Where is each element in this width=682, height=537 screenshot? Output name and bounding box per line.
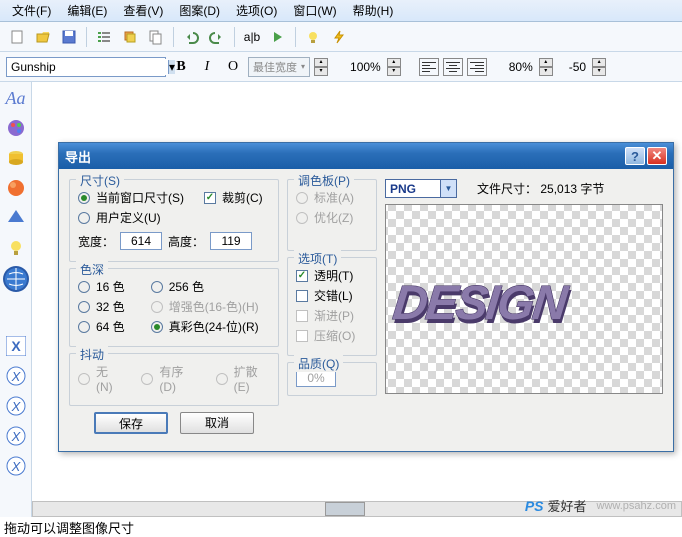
radio-true[interactable] bbox=[151, 321, 163, 333]
format-select[interactable]: PNG▼ bbox=[385, 179, 457, 198]
sphere-icon[interactable] bbox=[4, 176, 28, 200]
offset-value: -50 bbox=[567, 60, 588, 74]
radio-pal-std bbox=[296, 192, 308, 204]
menu-edit[interactable]: 编辑(E) bbox=[59, 0, 115, 21]
palette-group: 调色板(P) 标准(A) 优化(Z) bbox=[287, 179, 377, 251]
menu-view[interactable]: 查看(V) bbox=[115, 0, 171, 21]
options-group: 选项(T) 透明(T) 交错(L) 渐进(P) 压缩(O) bbox=[287, 257, 377, 356]
menu-file[interactable]: 文件(F) bbox=[4, 0, 59, 21]
align-left-button[interactable] bbox=[419, 58, 439, 76]
play-icon[interactable] bbox=[267, 26, 289, 48]
bold-button[interactable]: B bbox=[170, 56, 192, 78]
radio-32[interactable] bbox=[78, 301, 90, 313]
radio-enh bbox=[151, 301, 163, 313]
dialog-titlebar[interactable]: 导出 ? ✕ bbox=[59, 143, 673, 169]
height-input[interactable] bbox=[210, 232, 252, 250]
quality-group: 品质(Q) bbox=[287, 362, 377, 396]
radio-16[interactable] bbox=[78, 281, 90, 293]
width-mode-select[interactable]: 最佳宽度▾ bbox=[248, 57, 310, 77]
svg-text:X: X bbox=[10, 429, 21, 444]
width-input[interactable] bbox=[120, 232, 162, 250]
depth-group: 色深 16 色 256 色 32 色 增强色(16-色)(H) 64 色 真彩色… bbox=[69, 268, 279, 347]
opacity-spinner[interactable]: ▴▾ bbox=[539, 58, 553, 76]
x-logo-4-icon[interactable]: X bbox=[4, 424, 28, 448]
radio-pal-opt bbox=[296, 212, 308, 224]
save-button[interactable]: 保存 bbox=[94, 412, 168, 434]
redo-icon[interactable] bbox=[206, 26, 228, 48]
toolbar-text: ▾ B I O 最佳宽度▾ ▴▾ 100% ▴▾ 80% ▴▾ -50 ▴▾ bbox=[0, 52, 682, 82]
radio-dither-none bbox=[78, 373, 90, 385]
italic-button[interactable]: I bbox=[196, 56, 218, 78]
lightbulb-icon[interactable] bbox=[302, 26, 324, 48]
status-text: 拖动可以调整图像尺寸 bbox=[4, 521, 134, 536]
export-dialog: 导出 ? ✕ 尺寸(S) 当前窗口尺寸(S) 裁剪(C) 用户定义(U) bbox=[58, 142, 674, 452]
svg-text:DESIGN: DESIGN bbox=[390, 276, 571, 330]
menu-help[interactable]: 帮助(H) bbox=[345, 0, 402, 21]
close-button[interactable]: ✕ bbox=[647, 147, 667, 165]
filesize-value: 25,013 字节 bbox=[540, 182, 604, 196]
list-icon[interactable] bbox=[93, 26, 115, 48]
check-prog bbox=[296, 310, 308, 322]
size-group: 尺寸(S) 当前窗口尺寸(S) 裁剪(C) 用户定义(U) 宽度： 高度： bbox=[69, 179, 279, 262]
undo-icon[interactable] bbox=[180, 26, 202, 48]
x-logo-5-icon[interactable]: X bbox=[4, 454, 28, 478]
shape-icon[interactable] bbox=[4, 206, 28, 230]
text-cursor-icon[interactable]: a|b bbox=[241, 26, 263, 48]
palette-icon[interactable] bbox=[4, 116, 28, 140]
font-input[interactable] bbox=[9, 59, 168, 75]
check-inter[interactable] bbox=[296, 290, 308, 302]
x-logo-2-icon[interactable]: X bbox=[4, 364, 28, 388]
menu-image[interactable]: 图案(D) bbox=[171, 0, 228, 21]
menu-window[interactable]: 窗口(W) bbox=[285, 0, 344, 21]
sidebar-tools: Aa X X X X X bbox=[0, 82, 32, 517]
open-icon[interactable] bbox=[32, 26, 54, 48]
opacity-value: 80% bbox=[507, 60, 535, 74]
check-comp bbox=[296, 330, 308, 342]
x-logo-3-icon[interactable]: X bbox=[4, 394, 28, 418]
font-style-icon[interactable]: Aa bbox=[4, 86, 28, 110]
bolt-icon[interactable] bbox=[328, 26, 350, 48]
idea-icon[interactable] bbox=[4, 236, 28, 260]
offset-spinner[interactable]: ▴▾ bbox=[592, 58, 606, 76]
new-doc-icon[interactable] bbox=[6, 26, 28, 48]
width-spinner[interactable]: ▴▾ bbox=[314, 58, 328, 76]
help-button[interactable]: ? bbox=[625, 147, 645, 165]
svg-text:X: X bbox=[10, 399, 21, 414]
radio-64[interactable] bbox=[78, 321, 90, 333]
status-bar: 拖动可以调整图像尺寸 bbox=[0, 517, 682, 535]
dither-group: 抖动 无(N) 有序(D) 扩散(E) bbox=[69, 353, 279, 406]
svg-text:X: X bbox=[10, 369, 21, 384]
dialog-title: 导出 bbox=[65, 147, 91, 166]
preview-pane: DESIGN DESIGN DESIGN bbox=[385, 204, 663, 394]
radio-256[interactable] bbox=[151, 281, 163, 293]
align-right-button[interactable] bbox=[467, 58, 487, 76]
radio-current-window[interactable] bbox=[78, 192, 90, 204]
check-trans[interactable] bbox=[296, 270, 308, 282]
check-crop[interactable] bbox=[204, 192, 216, 204]
radio-dither-diff bbox=[216, 373, 228, 385]
save-icon[interactable] bbox=[58, 26, 80, 48]
layers-icon[interactable] bbox=[119, 26, 141, 48]
x-logo-1-icon[interactable]: X bbox=[4, 334, 28, 358]
watermark: PS 爱好者 www.psahz.com bbox=[525, 496, 676, 515]
toolbar-main: a|b bbox=[0, 22, 682, 52]
globe-icon[interactable] bbox=[3, 266, 29, 292]
copy-icon[interactable] bbox=[145, 26, 167, 48]
menu-options[interactable]: 选项(O) bbox=[228, 0, 285, 21]
cancel-button[interactable]: 取消 bbox=[180, 412, 254, 434]
svg-text:X: X bbox=[11, 338, 21, 354]
radio-user-defined[interactable] bbox=[78, 212, 90, 224]
svg-text:X: X bbox=[10, 459, 21, 474]
align-center-button[interactable] bbox=[443, 58, 463, 76]
zoom-spinner[interactable]: ▴▾ bbox=[387, 58, 401, 76]
scroll-thumb[interactable] bbox=[325, 502, 365, 516]
radio-dither-ord bbox=[141, 373, 153, 385]
zoom-value: 100% bbox=[348, 60, 383, 74]
outline-button[interactable]: O bbox=[222, 56, 244, 78]
cylinder-icon[interactable] bbox=[4, 146, 28, 170]
menu-bar: 文件(F) 编辑(E) 查看(V) 图案(D) 选项(O) 窗口(W) 帮助(H… bbox=[0, 0, 682, 22]
font-select[interactable]: ▾ bbox=[6, 57, 166, 77]
